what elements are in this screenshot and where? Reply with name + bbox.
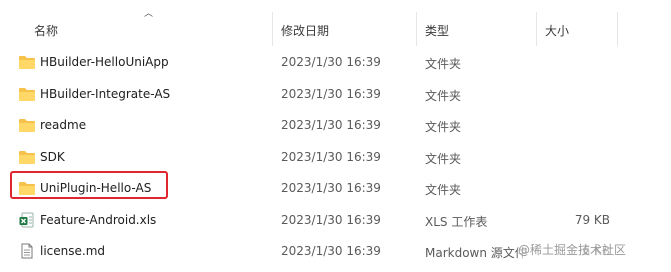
column-divider[interactable]: [617, 12, 618, 46]
file-name: SDK: [40, 149, 65, 164]
file-row[interactable]: Feature-Android.xls 2023/1/30 16:39 XLS 工作…: [0, 206, 671, 236]
file-name: readme: [40, 118, 87, 132]
file-type: 文件夹: [425, 57, 462, 71]
sort-ascending-icon: ︿: [144, 9, 154, 19]
column-header-type[interactable]: 类型: [425, 22, 449, 39]
column-header-modified[interactable]: 修改日期: [281, 22, 329, 39]
file-modified-date: 2023/1/30 16:39: [281, 149, 381, 164]
folder-icon: [18, 149, 36, 165]
column-divider[interactable]: [416, 12, 417, 46]
column-divider[interactable]: [272, 12, 273, 46]
folder-icon: [18, 86, 36, 102]
file-modified-date: 2023/1/30 16:39: [281, 118, 381, 132]
watermark: @稀土掘金技术社区: [518, 241, 627, 258]
column-header: ︿ 名称 修改日期 类型 大小: [0, 0, 671, 46]
file-type: Markdown 源文件: [425, 246, 527, 260]
file-type: 文件夹: [425, 183, 462, 197]
file-row[interactable]: SDK 2023/1/30 16:39 文件夹: [0, 143, 671, 173]
file-row[interactable]: HBuilder-Integrate-AS 2023/1/30 16:39 文件夹: [0, 80, 671, 110]
file-name: license.md: [40, 244, 106, 258]
file-type: XLS 工作表: [425, 214, 488, 229]
file-name: Feature-Android.xls: [40, 212, 157, 227]
file-type: 文件夹: [425, 120, 462, 134]
file-size: 79 KB: [574, 212, 610, 227]
text-file-icon: [18, 243, 36, 259]
file-type: 文件夹: [425, 151, 462, 166]
file-row[interactable]: readme 2023/1/30 16:39 文件夹: [0, 111, 671, 141]
file-modified-date: 2023/1/30 16:39: [281, 244, 381, 258]
file-modified-date: 2023/1/30 16:39: [281, 181, 381, 195]
column-header-size[interactable]: 大小: [545, 22, 569, 39]
folder-icon: [18, 117, 36, 133]
file-modified-date: 2023/1/30 16:39: [281, 55, 381, 69]
column-divider[interactable]: [536, 12, 537, 46]
spreadsheet-file-icon: [18, 212, 36, 228]
folder-icon: [18, 54, 36, 70]
highlight-box: [10, 171, 168, 199]
file-modified-date: 2023/1/30 16:39: [281, 212, 381, 227]
file-name: HBuilder-Integrate-AS: [40, 86, 171, 101]
file-name: HBuilder-HelloUniApp: [40, 55, 169, 69]
column-header-name[interactable]: 名称: [34, 22, 58, 39]
file-type: 文件夹: [425, 88, 462, 103]
file-modified-date: 2023/1/30 16:39: [281, 86, 381, 101]
file-row[interactable]: HBuilder-HelloUniApp 2023/1/30 16:39 文件夹: [0, 48, 671, 78]
